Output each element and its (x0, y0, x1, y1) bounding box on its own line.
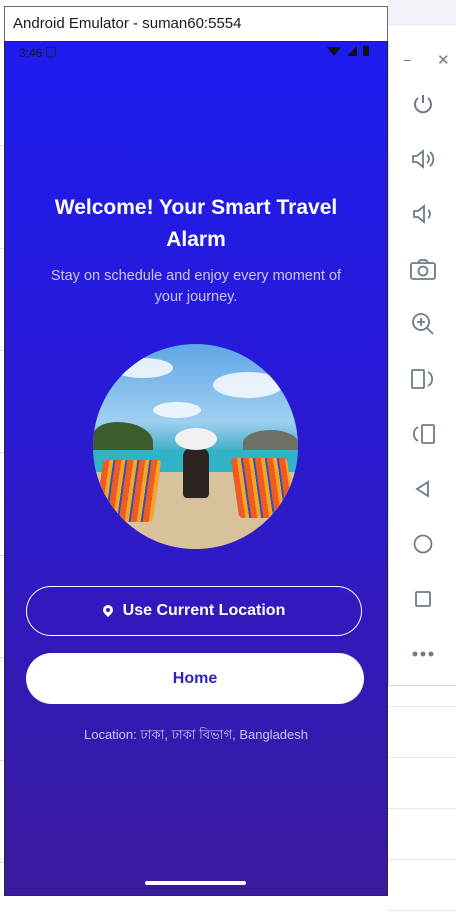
power-icon[interactable] (389, 86, 456, 122)
beach-hero-image (93, 344, 298, 549)
phone-screen: 3:46 Welcome! Your Smart Travel Alarm St… (5, 42, 387, 895)
rotate-left-icon[interactable] (389, 361, 456, 397)
volume-down-icon[interactable] (389, 196, 456, 232)
rotate-right-icon[interactable] (389, 416, 456, 452)
volume-up-icon[interactable] (389, 141, 456, 177)
host-window-topbar (388, 0, 456, 25)
gesture-nav-handle[interactable] (145, 881, 246, 885)
location-pin-icon (103, 605, 113, 618)
signal-icon (347, 46, 357, 56)
location-display: Location: ঢাকা, ঢাকা বিভাগ, Bangladesh (83, 727, 308, 742)
status-time: 3:46 (19, 46, 57, 60)
camera-icon[interactable] (389, 251, 456, 287)
status-icons (327, 46, 369, 56)
use-current-location-label: Use Current Location (122, 602, 286, 619)
shield-icon (46, 47, 57, 58)
home-button[interactable]: Home (26, 653, 364, 704)
overview-icon[interactable] (389, 581, 456, 617)
status-bar: 3:46 (5, 42, 387, 66)
back-icon[interactable] (389, 471, 456, 507)
home-icon[interactable] (389, 526, 456, 562)
home-button-label: Home (172, 669, 218, 687)
minimize-button[interactable]: − (403, 52, 411, 68)
wifi-icon (327, 46, 341, 56)
close-button[interactable]: ✕ (437, 51, 450, 69)
battery-icon (363, 46, 369, 56)
emulator-toolbar: − ✕ (388, 42, 456, 686)
zoom-icon[interactable] (389, 306, 456, 342)
welcome-headline: Welcome! Your Smart Travel Alarm (54, 196, 338, 251)
more-icon[interactable] (389, 636, 456, 672)
welcome-subtitle: Stay on schedule and enjoy every moment … (50, 268, 342, 305)
emulator-title-bar: Android Emulator - suman60:5554 (4, 6, 388, 42)
use-current-location-button[interactable]: Use Current Location (26, 586, 362, 636)
